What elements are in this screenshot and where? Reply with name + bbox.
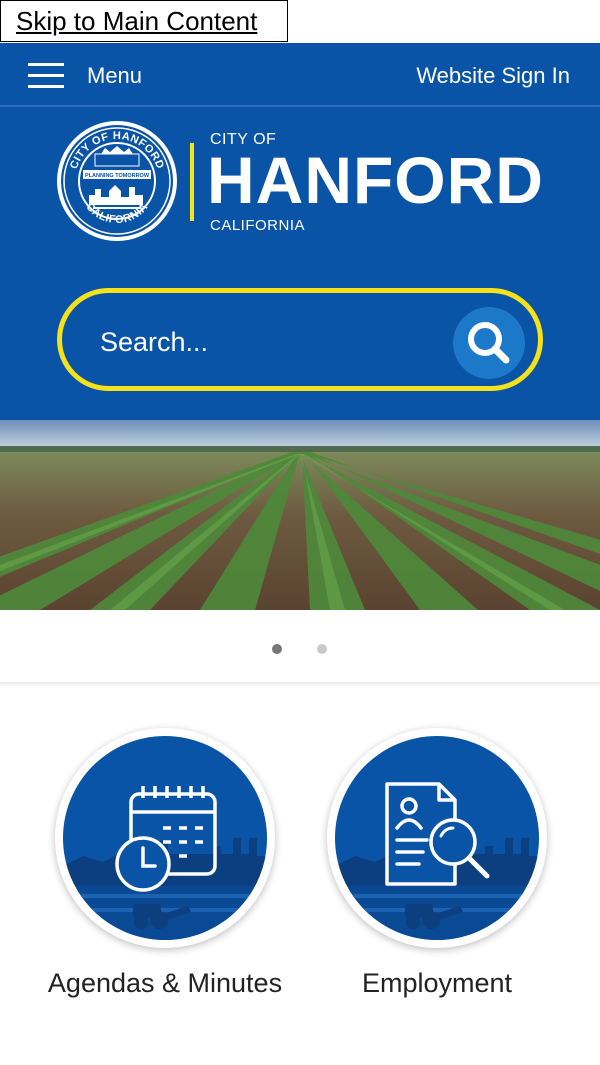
- tile-circle: [55, 728, 275, 948]
- logo-city-name[interactable]: HANFORD: [207, 145, 544, 215]
- svg-text:PLANNING TOMORROW: PLANNING TOMORROW: [85, 173, 150, 179]
- carousel-pager: [0, 610, 600, 685]
- website-sign-in-link[interactable]: Website Sign In: [416, 63, 570, 89]
- search-bar: [57, 288, 543, 391]
- site-header: CITY OF HANFORD CALIFORNIA PLANNING TOMO…: [0, 107, 600, 420]
- carousel-dot-2[interactable]: [317, 644, 327, 654]
- search-button[interactable]: [453, 307, 525, 379]
- tile-label: Agendas & Minutes: [47, 968, 283, 998]
- logo-state: CALIFORNIA: [210, 217, 306, 234]
- menu-button[interactable]: Menu: [87, 63, 142, 89]
- top-bar: Menu Website Sign In: [0, 43, 600, 107]
- skip-to-main-content-link[interactable]: Skip to Main Content: [0, 0, 288, 42]
- hero-image-farm-field: [0, 420, 600, 610]
- search-icon: [468, 322, 510, 364]
- tile-employment[interactable]: Employment: [327, 728, 547, 998]
- search-input[interactable]: [98, 321, 442, 363]
- logo-divider: [190, 143, 194, 221]
- carousel-dot-1[interactable]: [272, 644, 282, 654]
- document-search-icon: [335, 736, 539, 940]
- tile-circle: [327, 728, 547, 948]
- section-divider: [0, 682, 600, 688]
- tile-agendas-minutes[interactable]: Agendas & Minutes: [48, 728, 282, 998]
- calendar-clock-icon: [63, 736, 267, 940]
- tile-label: Employment: [361, 968, 513, 998]
- hamburger-icon[interactable]: [28, 61, 64, 89]
- city-seal-icon[interactable]: CITY OF HANFORD CALIFORNIA PLANNING TOMO…: [55, 119, 179, 243]
